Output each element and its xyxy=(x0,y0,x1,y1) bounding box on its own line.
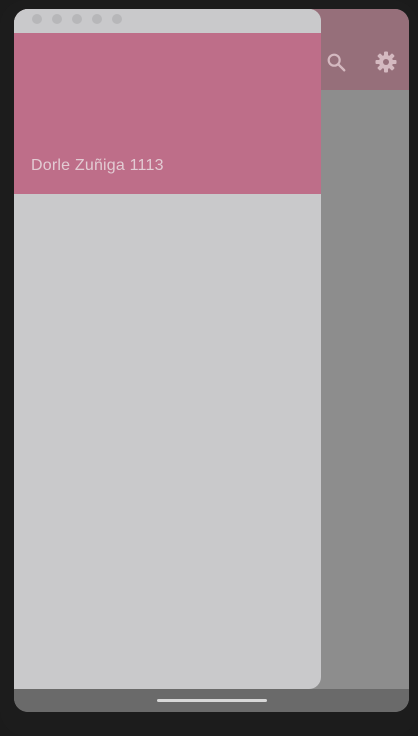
status-icon xyxy=(52,14,62,24)
status-icon xyxy=(72,14,82,24)
search-icon[interactable] xyxy=(323,49,349,75)
status-icon xyxy=(32,14,42,24)
gear-icon[interactable] xyxy=(373,49,399,75)
home-indicator[interactable] xyxy=(157,699,267,702)
screen: Dorle Zuñiga 1113 xyxy=(14,9,409,712)
navigation-drawer: Dorle Zuñiga 1113 xyxy=(14,9,321,689)
status-icon xyxy=(112,14,122,24)
drawer-header: Dorle Zuñiga 1113 xyxy=(14,33,321,194)
system-navigation-bar xyxy=(14,689,409,712)
drawer-header-title: Dorle Zuñiga 1113 xyxy=(31,157,164,174)
status-icons xyxy=(32,14,122,24)
status-bar xyxy=(14,9,321,33)
status-icon xyxy=(92,14,102,24)
device-frame: Dorle Zuñiga 1113 xyxy=(0,0,418,736)
